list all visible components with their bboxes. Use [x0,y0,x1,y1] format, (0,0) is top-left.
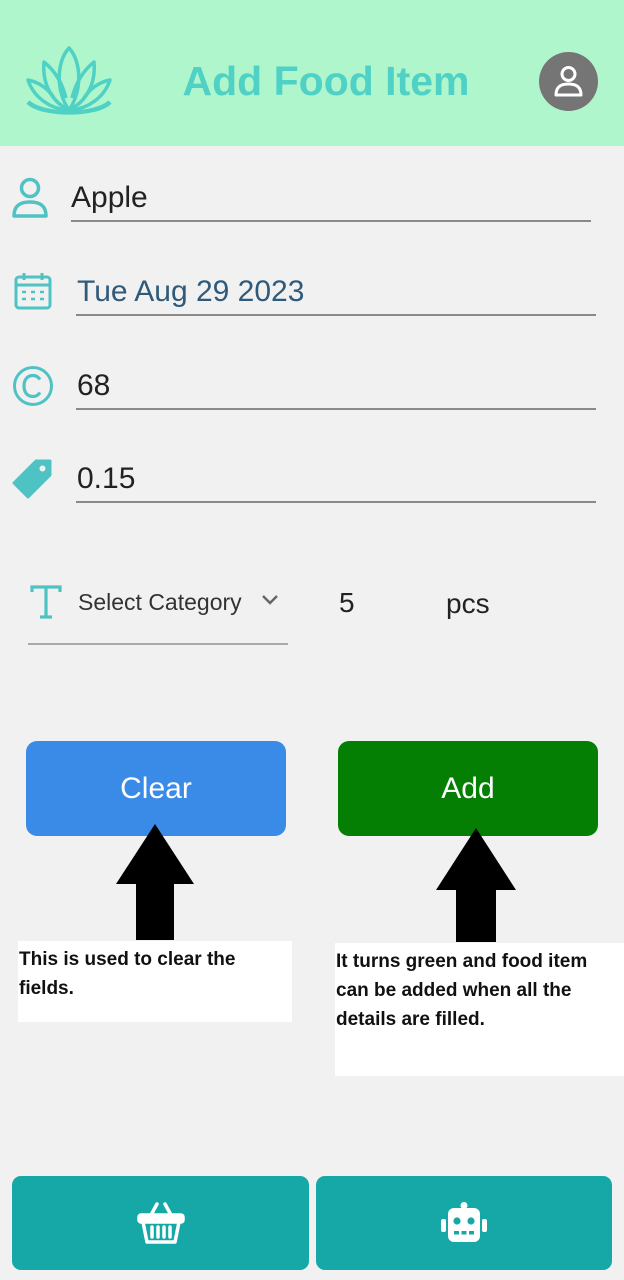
category-underline [28,643,288,645]
unit-label[interactable]: pcs [446,588,490,620]
page-title: Add Food Item [182,58,470,104]
clear-button[interactable]: Clear [26,741,286,836]
text-type-icon [30,585,62,619]
calories-icon [13,366,53,406]
clear-button-label: Clear [120,771,192,805]
price-underline [76,501,596,503]
date-underline [76,314,596,316]
nav-tab-basket[interactable] [12,1176,309,1270]
nav-tab-assistant[interactable] [316,1176,612,1270]
price-tag-icon [12,459,52,499]
price-input[interactable]: 0.15 [77,462,135,496]
category-select[interactable]: Select Category [78,589,242,616]
clear-annotation-note: This is used to clear the fields. [18,941,292,1022]
food-name-input[interactable]: Apple [71,181,148,215]
quantity-input[interactable]: 5 [339,587,355,619]
calories-input[interactable]: 68 [77,369,110,403]
calories-underline [76,408,596,410]
add-button[interactable]: Add [338,741,598,836]
person-icon [12,177,48,218]
add-button-label: Add [441,771,495,805]
app-header: Add Food Item [0,0,624,146]
profile-avatar-button[interactable] [539,52,598,111]
annotation-arrow-up-icon [116,824,194,940]
add-annotation-note: It turns green and food item can be adde… [335,943,624,1076]
food-name-underline [71,220,591,222]
calendar-icon [14,273,52,310]
date-input[interactable]: Tue Aug 29 2023 [77,275,304,309]
basket-icon [137,1202,185,1244]
user-icon [554,66,583,97]
annotation-arrow-up-icon [436,828,516,942]
chevron-down-icon[interactable] [261,594,279,606]
robot-icon [441,1202,487,1242]
